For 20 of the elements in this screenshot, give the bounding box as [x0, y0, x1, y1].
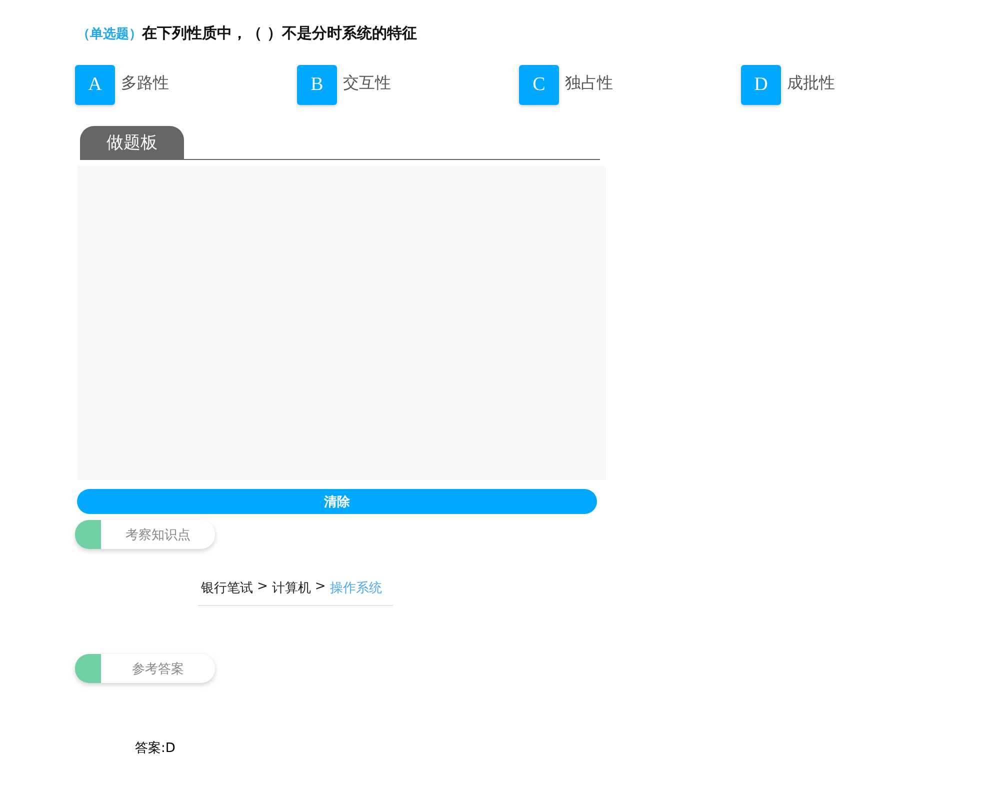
breadcrumb-link[interactable]: 计算机: [272, 579, 311, 597]
breadcrumb-separator: >: [314, 579, 326, 596]
section-heading: 考察知识点: [75, 520, 215, 549]
option-text: 多路性: [121, 72, 169, 94]
option-letter-button[interactable]: C: [519, 65, 559, 105]
breadcrumb-link[interactable]: 操作系统: [330, 579, 382, 597]
question-type-tag: （单选题）: [77, 24, 142, 42]
option-letter-button[interactable]: D: [741, 65, 781, 105]
option-text: 交互性: [343, 72, 391, 94]
option-text: 独占性: [565, 72, 613, 94]
option-text: 成批性: [787, 72, 835, 94]
board-tab[interactable]: 做题板: [80, 126, 184, 159]
answer-text: 答案:D: [135, 740, 176, 757]
section-heading: 参考答案: [75, 654, 215, 683]
option-letter-button[interactable]: A: [75, 65, 115, 105]
question-text: 在下列性质中，（ ）不是分时系统的特征: [142, 24, 418, 43]
option-letter-button[interactable]: B: [297, 65, 337, 105]
breadcrumb-link[interactable]: 银行笔试: [201, 579, 253, 597]
clear-button[interactable]: 清除: [77, 489, 597, 514]
breadcrumb-separator: >: [257, 579, 268, 596]
